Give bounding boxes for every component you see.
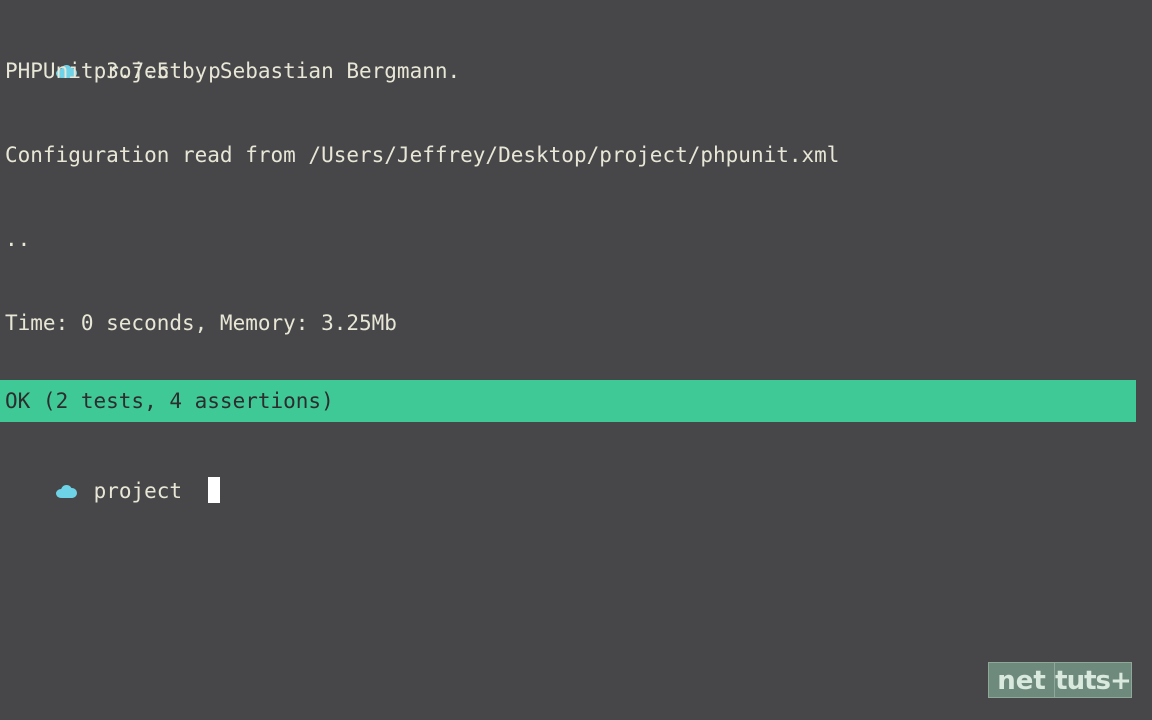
text-cursor[interactable] [208,477,221,503]
cloud-icon [55,470,78,512]
success-bar: OK (2 tests, 4 assertions) [0,380,1136,422]
terminal-window[interactable]: project p PHPUnit 3.7.5 by Sebastian Berg… [0,0,1152,720]
prompt-directory: project [93,479,183,503]
version-line: PHPUnit 3.7.5 by Sebastian Bergmann. [5,59,461,83]
nettuts-watermark-logo: net tuts+ [988,662,1132,698]
result-line: OK (2 tests, 4 assertions) [5,389,334,413]
logo-tuts: tuts+ [1055,662,1132,698]
time-memory-line: Time: 0 seconds, Memory: 3.25Mb [5,311,397,335]
test-progress-line: .. [5,227,31,251]
prompt-line-2[interactable]: project [5,428,221,503]
config-line: Configuration read from /Users/Jeffrey/D… [5,143,840,167]
prompt-line-1: project p [5,8,221,83]
logo-net: net [988,662,1055,698]
